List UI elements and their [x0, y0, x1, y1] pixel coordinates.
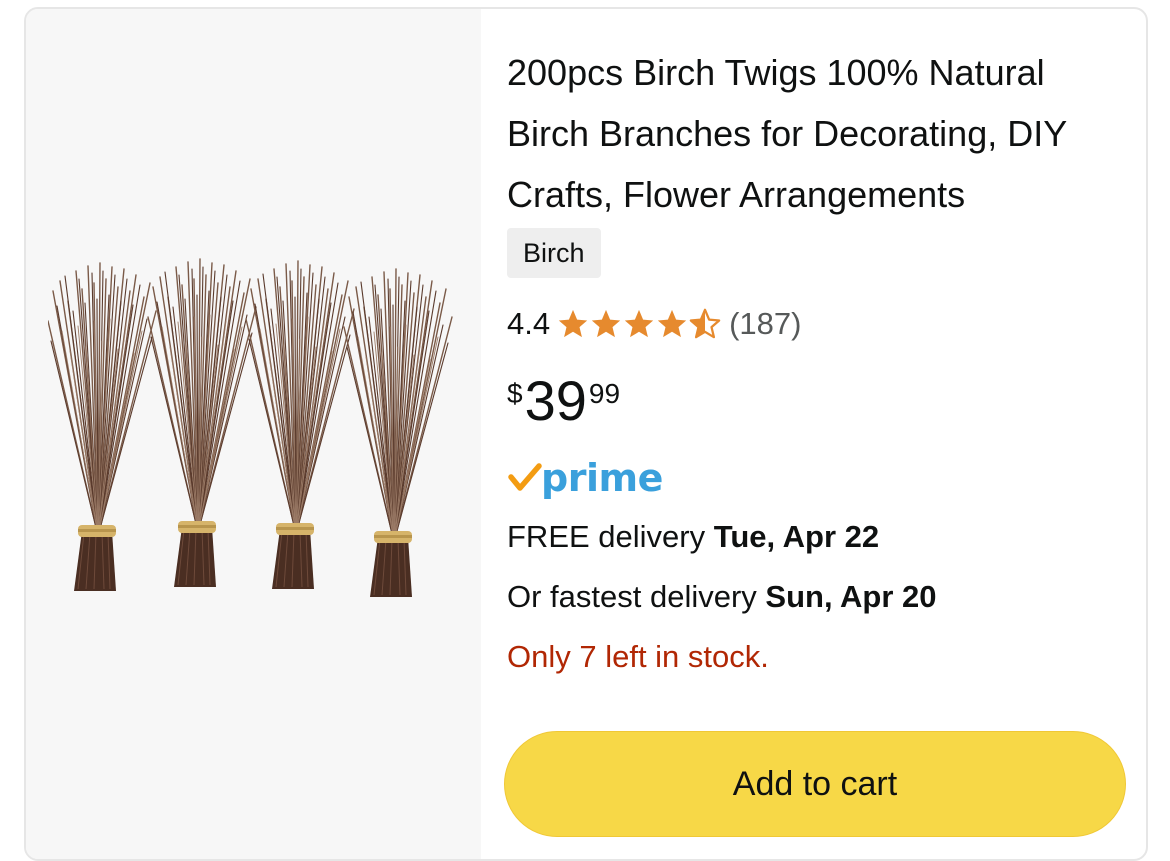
product-card[interactable]: 200pcs Birch Twigs 100% Natural Birch Br…	[24, 7, 1148, 861]
star-half-icon	[689, 308, 721, 339]
prime-label: prime	[541, 456, 663, 500]
price: $ 39 99	[507, 366, 620, 436]
product-title[interactable]: 200pcs Birch Twigs 100% Natural Birch Br…	[507, 42, 1132, 225]
fastest-delivery-line: Or fastest delivery Sun, Apr 20	[507, 579, 937, 615]
price-fraction: 99	[588, 378, 621, 409]
star-full-icon	[624, 309, 654, 338]
add-to-cart-button[interactable]: Add to cart	[504, 731, 1126, 837]
fastest-delivery-date: Sun, Apr 20	[765, 579, 937, 614]
star-rating	[556, 307, 721, 341]
star-full-icon	[657, 309, 687, 338]
free-delivery-date: Tue, Apr 22	[713, 519, 880, 554]
rating-row[interactable]: 4.4 (187)	[507, 299, 801, 349]
stock-status: Only 7 left in stock.	[507, 639, 769, 674]
price-whole: 39	[524, 369, 587, 432]
review-count[interactable]: (187)	[729, 306, 801, 342]
star-full-icon	[558, 309, 588, 338]
price-currency-symbol: $	[507, 378, 523, 409]
fastest-delivery-prefix: Or fastest delivery	[507, 579, 766, 614]
brand-tag: Birch	[507, 228, 601, 278]
free-delivery-prefix: FREE delivery	[507, 519, 714, 554]
rating-value: 4.4	[507, 306, 551, 341]
product-image[interactable]	[48, 249, 460, 617]
prime-check-icon	[508, 463, 542, 491]
product-image-pane[interactable]	[26, 9, 481, 859]
prime-badge: prime	[507, 453, 663, 503]
free-delivery-line: FREE delivery Tue, Apr 22	[507, 519, 879, 555]
star-full-icon	[591, 309, 621, 338]
